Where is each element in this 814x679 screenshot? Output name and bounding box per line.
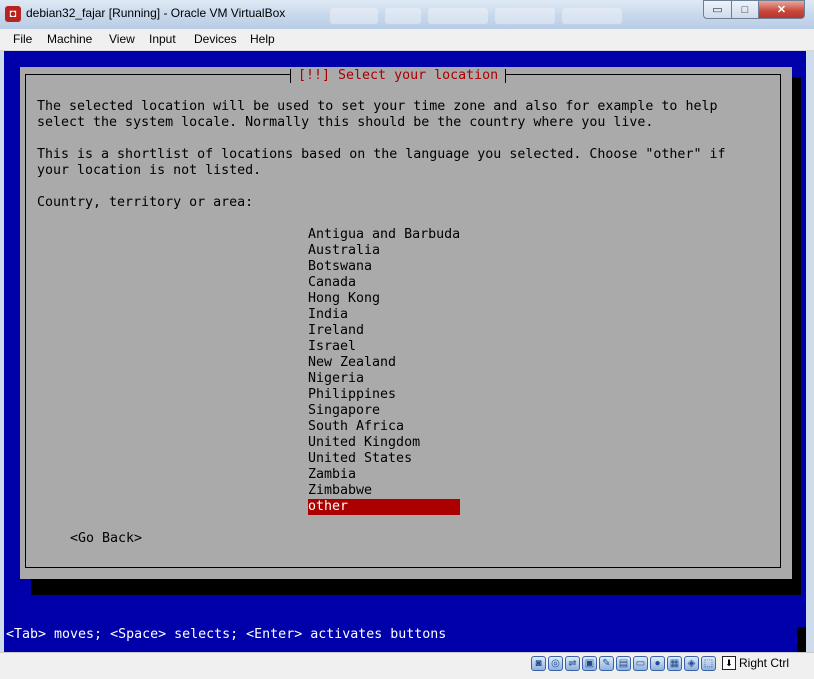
country-option[interactable]: Israel: [308, 339, 460, 355]
country-prompt: Country, territory or area:: [37, 195, 254, 210]
country-option[interactable]: Botswana: [308, 259, 460, 275]
menu-help[interactable]: Help: [250, 32, 275, 46]
country-option[interactable]: Singapore: [308, 403, 460, 419]
vm-status-bar: ◙ ◎ ⇌ ▣ ✎ ▤ ▭ ● ▦ ◈ ⬚ ⬇ Right Ctrl: [0, 652, 814, 679]
pencil-icon[interactable]: ✎: [599, 656, 614, 671]
close-button[interactable]: ✕: [758, 0, 805, 19]
host-key-arrow-icon: ⬇: [722, 656, 736, 670]
hard-disk-icon[interactable]: ◙: [531, 656, 546, 671]
background-taskbar-item: [495, 8, 555, 24]
host-key-label: Right Ctrl: [739, 656, 790, 670]
menu-bar: File Machine View Input Devices Help: [0, 29, 814, 51]
menu-file[interactable]: File: [13, 32, 32, 46]
background-taskbar-item: [428, 8, 488, 24]
description-paragraph: The selected location will be used to se…: [37, 99, 718, 130]
country-option[interactable]: India: [308, 307, 460, 323]
menu-devices[interactable]: Devices: [194, 32, 237, 46]
country-option[interactable]: Zambia: [308, 467, 460, 483]
country-list[interactable]: Antigua and Barbuda Australia Botswana Cana…: [308, 227, 460, 515]
window-titlebar[interactable]: ◘ debian32_fajar [Running] - Oracle VM V…: [0, 0, 814, 30]
shortlist-note: This is a shortlist of locations based o…: [37, 147, 726, 178]
menu-machine[interactable]: Machine: [47, 32, 92, 46]
country-option[interactable]: Zimbabwe: [308, 483, 460, 499]
menu-view[interactable]: View: [109, 32, 135, 46]
folder-icon[interactable]: ▤: [616, 656, 631, 671]
window-title: debian32_fajar [Running] - Oracle VM Vir…: [26, 6, 286, 20]
country-option[interactable]: Australia: [308, 243, 460, 259]
network-icon[interactable]: ▣: [582, 656, 597, 671]
country-option[interactable]: Canada: [308, 275, 460, 291]
usb-icon[interactable]: ⇌: [565, 656, 580, 671]
menu-input[interactable]: Input: [149, 32, 176, 46]
vm-display[interactable]: [!!] Select your location The selected l…: [4, 51, 806, 652]
country-option[interactable]: Hong Kong: [308, 291, 460, 307]
country-option[interactable]: Philippines: [308, 387, 460, 403]
country-option[interactable]: other: [308, 499, 460, 515]
virtualization-icon[interactable]: ◈: [684, 656, 699, 671]
installer-dialog: [!!] Select your location The selected l…: [20, 67, 792, 579]
video-capture-icon[interactable]: ●: [650, 656, 665, 671]
minimize-button[interactable]: ▭: [703, 0, 732, 19]
background-taskbar-item: [330, 8, 378, 24]
country-option[interactable]: United Kingdom: [308, 435, 460, 451]
country-option[interactable]: New Zealand: [308, 355, 460, 371]
country-option[interactable]: United States: [308, 451, 460, 467]
virtualbox-app-icon[interactable]: ◘: [5, 6, 21, 22]
go-back-button[interactable]: <Go Back>: [70, 531, 142, 547]
optical-drive-icon[interactable]: ◎: [548, 656, 563, 671]
cpu-icon[interactable]: ▦: [667, 656, 682, 671]
country-option[interactable]: Antigua and Barbuda: [308, 227, 460, 243]
maximize-button[interactable]: □: [731, 0, 759, 19]
background-taskbar-item: [385, 8, 421, 24]
screen-corner-block: [797, 627, 806, 652]
country-option[interactable]: Ireland: [308, 323, 460, 339]
dialog-title: [!!] Select your location: [290, 68, 507, 84]
display-icon[interactable]: ▭: [633, 656, 648, 671]
country-option[interactable]: South Africa: [308, 419, 460, 435]
keyboard-help-line: <Tab> moves; <Space> selects; <Enter> ac…: [6, 627, 447, 642]
country-option[interactable]: Nigeria: [308, 371, 460, 387]
background-taskbar-item: [562, 8, 622, 24]
mouse-integration-icon[interactable]: ⬚: [701, 656, 716, 671]
